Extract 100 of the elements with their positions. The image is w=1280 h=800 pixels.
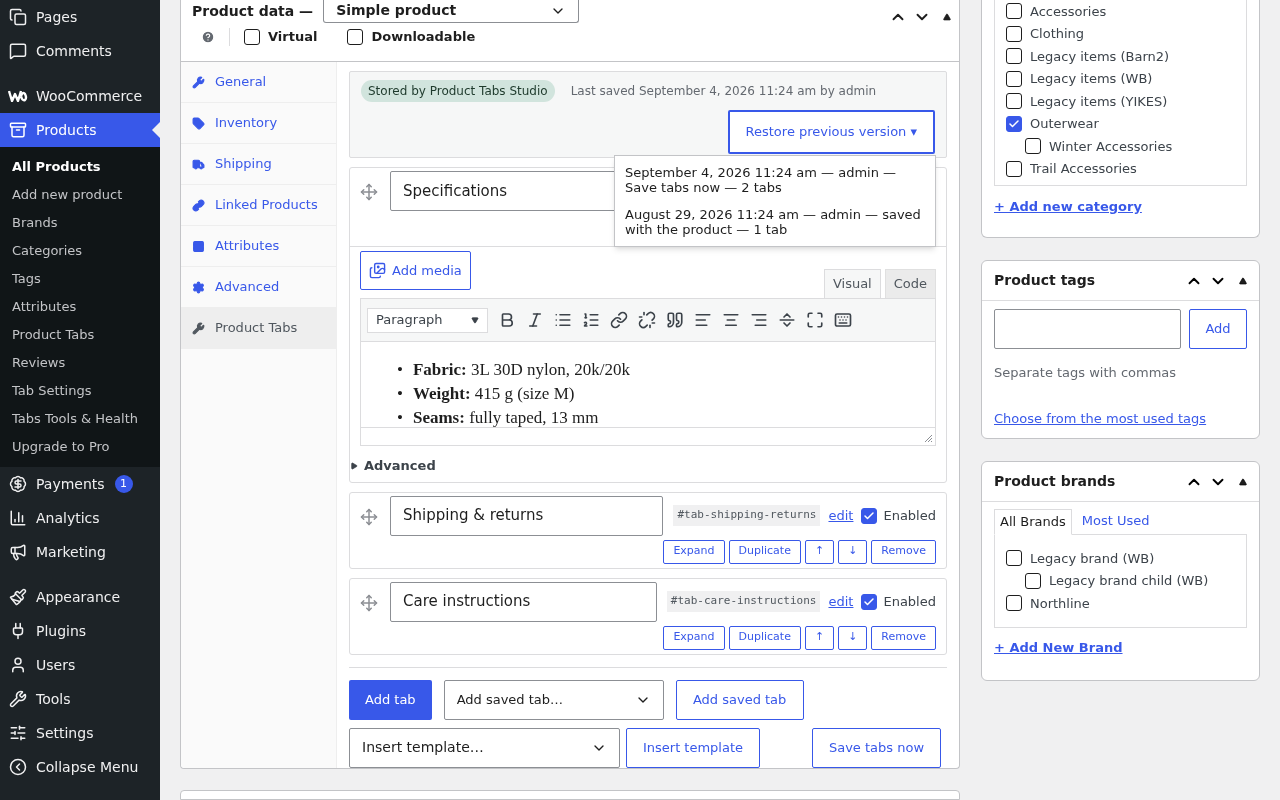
keyboard-icon[interactable] <box>834 311 852 329</box>
add-brand-link[interactable]: + Add New Brand <box>994 638 1247 658</box>
add-media-button[interactable]: Add media <box>360 251 471 290</box>
advanced-toggle[interactable]: Advanced <box>350 456 936 476</box>
submenu-item[interactable]: Tabs Tools & Health <box>0 405 160 433</box>
align-right-icon[interactable] <box>750 311 768 329</box>
format-select[interactable]: Paragraph <box>367 307 488 333</box>
menu-item[interactable]: Payments 1 <box>0 467 160 501</box>
menu-item[interactable]: Appearance <box>0 580 160 614</box>
tag-input[interactable] <box>994 309 1181 349</box>
product-data-tab[interactable]: Product Tabs <box>181 308 336 349</box>
menu-item[interactable]: Tools <box>0 682 160 716</box>
numbered-list-icon[interactable] <box>582 311 600 329</box>
collapse-icon[interactable] <box>1239 477 1247 486</box>
checkbox[interactable] <box>1006 25 1022 42</box>
menu-item[interactable]: Settings <box>0 716 160 750</box>
checkbox[interactable] <box>347 28 364 45</box>
submenu-item[interactable]: Tab Settings <box>0 377 160 405</box>
add-tag-button[interactable]: Add <box>1189 309 1247 349</box>
save-tabs-button[interactable]: Save tabs now <box>812 727 941 768</box>
submenu-item[interactable]: Categories <box>0 237 160 265</box>
collapse-icon[interactable] <box>1239 276 1247 285</box>
checkbox[interactable] <box>1006 70 1022 87</box>
add-category-link[interactable]: + Add new category <box>994 197 1247 217</box>
saved-tab-select[interactable]: Add saved tab… <box>443 679 664 720</box>
tab-title-field[interactable]: Shipping & returns <box>390 495 663 536</box>
tab-action-button[interactable]: Remove <box>871 539 936 564</box>
align-center-icon[interactable] <box>722 311 740 329</box>
bullet-list-icon[interactable] <box>554 311 572 329</box>
italic-icon[interactable] <box>526 311 544 329</box>
product-data-tab[interactable]: Inventory <box>181 103 336 144</box>
menu-item[interactable]: Collapse Menu <box>0 750 160 784</box>
menu-item[interactable]: Comments <box>0 34 160 68</box>
edit-link[interactable]: edit <box>828 505 854 526</box>
fullscreen-icon[interactable] <box>806 311 824 329</box>
add-tab-button[interactable]: Add tab <box>349 679 432 720</box>
drag-handle-icon[interactable] <box>360 183 378 201</box>
submenu-item[interactable]: Tags <box>0 265 160 293</box>
resize-handle-icon[interactable] <box>924 434 933 443</box>
checkbox[interactable] <box>1006 160 1022 177</box>
tab-action-button[interactable]: ↑ <box>804 625 835 650</box>
product-type-select[interactable]: Simple product <box>323 0 580 23</box>
checkbox[interactable] <box>1006 115 1022 132</box>
tab-action-button[interactable]: Expand <box>663 625 725 650</box>
checkbox[interactable] <box>861 507 878 524</box>
submenu-item[interactable]: Product Tabs <box>0 321 160 349</box>
menu-item[interactable]: Marketing <box>0 535 160 569</box>
unlink-icon[interactable] <box>638 311 656 329</box>
tab-action-button[interactable]: ↓ <box>838 625 868 650</box>
brand-tab[interactable]: Most Used <box>1071 508 1160 534</box>
drag-handle-icon[interactable] <box>360 507 378 526</box>
tab-title-field[interactable]: Care instructions <box>390 581 657 622</box>
editor-tab[interactable]: Visual <box>823 269 881 298</box>
quote-icon[interactable] <box>666 311 684 329</box>
read-more-icon[interactable] <box>778 311 796 329</box>
drag-handle-icon[interactable] <box>360 593 378 612</box>
collapse-icon[interactable] <box>943 13 951 21</box>
submenu-item[interactable]: Attributes <box>0 293 160 321</box>
checkbox[interactable] <box>1006 550 1022 567</box>
most-used-tags-link[interactable]: Choose from the most used tags <box>994 408 1247 428</box>
tab-action-button[interactable]: Expand <box>663 539 725 564</box>
checkbox[interactable] <box>1006 48 1022 65</box>
menu-item[interactable]: Analytics <box>0 501 160 535</box>
editor-tab[interactable]: Code <box>884 269 936 298</box>
template-select[interactable]: Insert template… <box>349 727 620 768</box>
option-label: Virtual <box>268 28 318 46</box>
tab-action-button[interactable]: ↑ <box>804 539 835 564</box>
tab-action-button[interactable]: Duplicate <box>728 539 801 564</box>
checkbox[interactable] <box>244 28 260 45</box>
menu-item[interactable]: WooCommerce <box>0 79 160 113</box>
product-data-tab[interactable]: Shipping <box>181 144 336 185</box>
submenu-item[interactable]: Upgrade to Pro <box>0 433 160 461</box>
product-data-tab[interactable]: Linked Products <box>181 185 336 226</box>
submenu-item[interactable]: Brands <box>0 209 160 237</box>
checkbox[interactable] <box>1006 3 1022 20</box>
submenu-item[interactable]: Reviews <box>0 349 160 377</box>
insert-template-button[interactable]: Insert template <box>626 727 760 768</box>
brand-tab[interactable]: All Brands <box>994 509 1072 535</box>
product-data-tab[interactable]: Attributes <box>181 226 336 267</box>
menu-item[interactable]: Users <box>0 648 160 682</box>
submenu-item[interactable]: All Products <box>0 153 160 181</box>
checkbox[interactable] <box>1006 93 1022 110</box>
help-icon[interactable] <box>201 29 215 44</box>
align-left-icon[interactable] <box>694 311 712 329</box>
edit-link[interactable]: edit <box>828 591 854 612</box>
checkbox[interactable] <box>1025 138 1041 155</box>
submenu-item[interactable]: Add new product <box>0 181 160 209</box>
checkbox[interactable] <box>1025 572 1041 589</box>
menu-item[interactable]: Plugins <box>0 614 160 648</box>
add-saved-tab-button[interactable]: Add saved tab <box>675 679 804 720</box>
checkbox[interactable] <box>861 593 878 610</box>
menu-item[interactable]: Pages <box>0 0 160 34</box>
tab-action-button[interactable]: Remove <box>871 625 936 650</box>
dollar-icon <box>9 475 27 493</box>
checkbox[interactable] <box>1006 595 1022 612</box>
menu-item[interactable]: Products <box>0 113 160 147</box>
tab-action-button[interactable]: Duplicate <box>728 625 801 650</box>
product-data-tab[interactable]: General <box>181 62 336 103</box>
restore-version-button[interactable]: Restore previous version ▾ <box>727 110 935 154</box>
tab-action-button[interactable]: ↓ <box>838 539 868 564</box>
